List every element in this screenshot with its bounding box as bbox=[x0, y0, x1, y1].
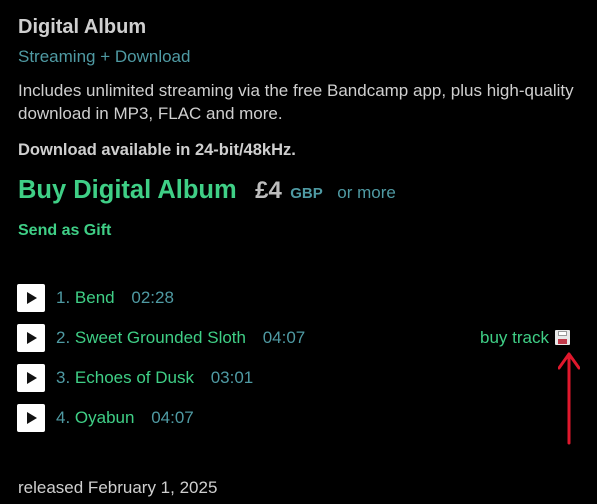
track-row-1: 1. Bend 02:28 bbox=[17, 284, 582, 312]
play-icon[interactable] bbox=[17, 324, 45, 352]
hi-res-note: Download available in 24-bit/48kHz. bbox=[18, 141, 296, 159]
track-number: 1. bbox=[56, 288, 71, 307]
album-description: Includes unlimited streaming via the fre… bbox=[18, 81, 574, 123]
track-row-4: 4. Oyabun 04:07 bbox=[17, 404, 582, 432]
album-title: Digital Album bbox=[18, 16, 147, 38]
track-number: 2. bbox=[56, 328, 71, 347]
track-title: Echoes of Dusk bbox=[74, 368, 194, 387]
price-currency: GBP bbox=[290, 185, 323, 202]
track-duration: 03:01 bbox=[210, 368, 254, 387]
track-duration: 04:07 bbox=[262, 328, 306, 347]
buy-track-button[interactable]: buy track bbox=[480, 328, 570, 348]
buy-digital-album-button[interactable]: Buy Digital Album bbox=[18, 176, 237, 204]
track-title: Bend bbox=[74, 288, 115, 307]
play-icon[interactable] bbox=[17, 284, 45, 312]
red-arrow-up-icon bbox=[558, 352, 580, 445]
release-date: released February 1, 2025 bbox=[18, 478, 218, 497]
track-number: 3. bbox=[56, 368, 71, 387]
album-format-subtitle: Streaming + Download bbox=[18, 47, 191, 66]
track-title: Sweet Grounded Sloth bbox=[74, 328, 246, 347]
track-duration: 02:28 bbox=[131, 288, 174, 307]
track-link-3[interactable]: 3. Echoes of Dusk 03:01 bbox=[56, 368, 253, 388]
or-more-label: or more bbox=[337, 183, 396, 202]
track-link-1[interactable]: 1. Bend 02:28 bbox=[56, 288, 174, 308]
play-icon[interactable] bbox=[17, 404, 45, 432]
track-duration: 04:07 bbox=[151, 408, 194, 427]
play-icon[interactable] bbox=[17, 364, 45, 392]
track-link-2[interactable]: 2. Sweet Grounded Sloth 04:07 bbox=[56, 328, 305, 348]
track-row-3: 3. Echoes of Dusk 03:01 bbox=[17, 364, 582, 392]
buy-row: Buy Digital Album £4 GBP or more bbox=[18, 176, 396, 212]
track-title: Oyabun bbox=[74, 408, 135, 427]
track-link-4[interactable]: 4. Oyabun 04:07 bbox=[56, 408, 194, 428]
album-price: £4 bbox=[255, 177, 282, 204]
send-as-gift-button[interactable]: Send as Gift bbox=[18, 222, 111, 240]
track-number: 4. bbox=[56, 408, 71, 427]
floppy-disk-icon bbox=[554, 330, 570, 345]
track-row-2: 2. Sweet Grounded Sloth 04:07 buy track bbox=[17, 324, 582, 352]
buy-track-label: buy track bbox=[480, 328, 549, 347]
